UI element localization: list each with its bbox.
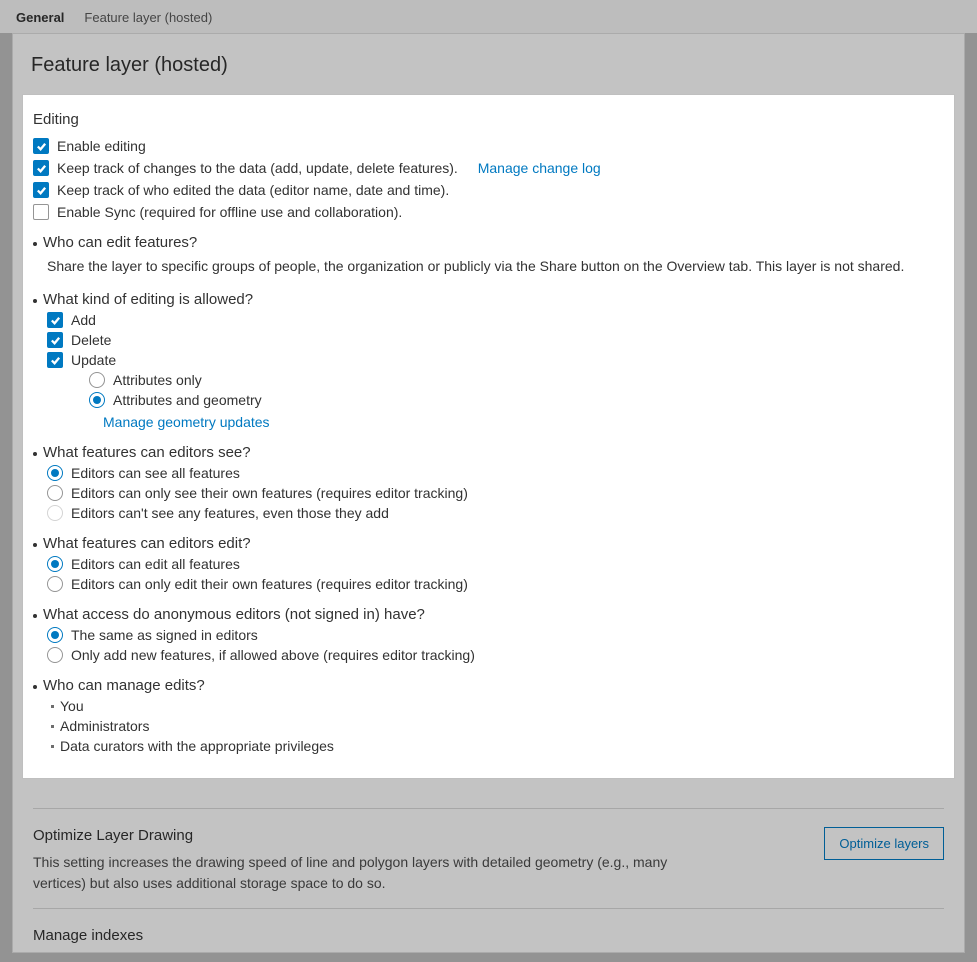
- bullet-icon: [33, 242, 37, 246]
- see-all-label[interactable]: Editors can see all features: [71, 465, 240, 481]
- track-changes-checkbox[interactable]: [33, 160, 49, 176]
- see-none-label: Editors can't see any features, even tho…: [71, 505, 389, 521]
- anon-add-only-radio[interactable]: [47, 647, 63, 663]
- kind-of-editing-question: What kind of editing is allowed?: [43, 291, 253, 308]
- edit-own-radio[interactable]: [47, 576, 63, 592]
- optimize-heading: Optimize Layer Drawing: [33, 827, 673, 844]
- editing-add-label[interactable]: Add: [71, 312, 96, 328]
- manage-geometry-updates-link[interactable]: Manage geometry updates: [103, 414, 270, 430]
- panel-title: Feature layer (hosted): [13, 34, 964, 95]
- edit-all-radio[interactable]: [47, 556, 63, 572]
- update-attributes-only-radio[interactable]: [89, 372, 105, 388]
- editing-card: Editing Enable editing Keep track of cha…: [23, 95, 954, 778]
- bullet-icon: [33, 685, 37, 689]
- editing-delete-checkbox[interactable]: [47, 332, 63, 348]
- see-own-label[interactable]: Editors can only see their own features …: [71, 485, 468, 501]
- square-bullet-icon: [51, 745, 54, 748]
- tabs-bar: General Feature layer (hosted): [0, 0, 977, 33]
- divider: [33, 808, 944, 809]
- bullet-icon: [33, 543, 37, 547]
- see-none-radio: [47, 505, 63, 521]
- optimize-layers-button[interactable]: Optimize layers: [824, 827, 944, 860]
- anonymous-access-question: What access do anonymous editors (not si…: [43, 606, 425, 623]
- edit-all-label[interactable]: Editors can edit all features: [71, 556, 240, 572]
- who-can-edit-question: Who can edit features?: [43, 234, 197, 251]
- lower-sections: Optimize Layer Drawing This setting incr…: [23, 778, 954, 944]
- square-bullet-icon: [51, 725, 54, 728]
- manage-indexes-heading: Manage indexes: [33, 927, 944, 944]
- bullet-icon: [33, 452, 37, 456]
- editors-edit-question: What features can editors edit?: [43, 535, 251, 552]
- track-changes-label[interactable]: Keep track of changes to the data (add, …: [57, 160, 458, 176]
- bullet-icon: [33, 299, 37, 303]
- edit-own-label[interactable]: Editors can only edit their own features…: [71, 576, 468, 592]
- see-all-radio[interactable]: [47, 465, 63, 481]
- update-attributes-geometry-radio[interactable]: [89, 392, 105, 408]
- manage-curators: Data curators with the appropriate privi…: [60, 738, 334, 754]
- editing-add-checkbox[interactable]: [47, 312, 63, 328]
- editing-heading: Editing: [33, 111, 944, 128]
- track-who-label[interactable]: Keep track of who edited the data (edito…: [57, 182, 449, 198]
- update-attributes-only-label[interactable]: Attributes only: [113, 372, 202, 388]
- anon-same-label[interactable]: The same as signed in editors: [71, 627, 258, 643]
- editing-update-label[interactable]: Update: [71, 352, 116, 368]
- manage-edits-question: Who can manage edits?: [43, 677, 205, 694]
- editors-see-question: What features can editors see?: [43, 444, 251, 461]
- square-bullet-icon: [51, 705, 54, 708]
- enable-editing-label[interactable]: Enable editing: [57, 138, 146, 154]
- update-attributes-geometry-label[interactable]: Attributes and geometry: [113, 392, 262, 408]
- track-who-checkbox[interactable]: [33, 182, 49, 198]
- divider: [33, 908, 944, 909]
- manage-change-log-link[interactable]: Manage change log: [478, 160, 601, 176]
- tab-feature-layer[interactable]: Feature layer (hosted): [84, 10, 212, 25]
- who-can-edit-answer: Share the layer to specific groups of pe…: [47, 255, 944, 277]
- manage-you: You: [60, 698, 84, 714]
- optimize-description: This setting increases the drawing speed…: [33, 852, 673, 894]
- settings-panel: Feature layer (hosted) Editing Enable ed…: [12, 33, 965, 953]
- anon-same-radio[interactable]: [47, 627, 63, 643]
- enable-editing-checkbox[interactable]: [33, 138, 49, 154]
- enable-sync-label[interactable]: Enable Sync (required for offline use an…: [57, 204, 402, 220]
- see-own-radio[interactable]: [47, 485, 63, 501]
- bullet-icon: [33, 614, 37, 618]
- enable-sync-checkbox[interactable]: [33, 204, 49, 220]
- editing-delete-label[interactable]: Delete: [71, 332, 111, 348]
- tab-general[interactable]: General: [16, 10, 64, 25]
- editing-update-checkbox[interactable]: [47, 352, 63, 368]
- manage-admins: Administrators: [60, 718, 149, 734]
- anon-add-only-label[interactable]: Only add new features, if allowed above …: [71, 647, 475, 663]
